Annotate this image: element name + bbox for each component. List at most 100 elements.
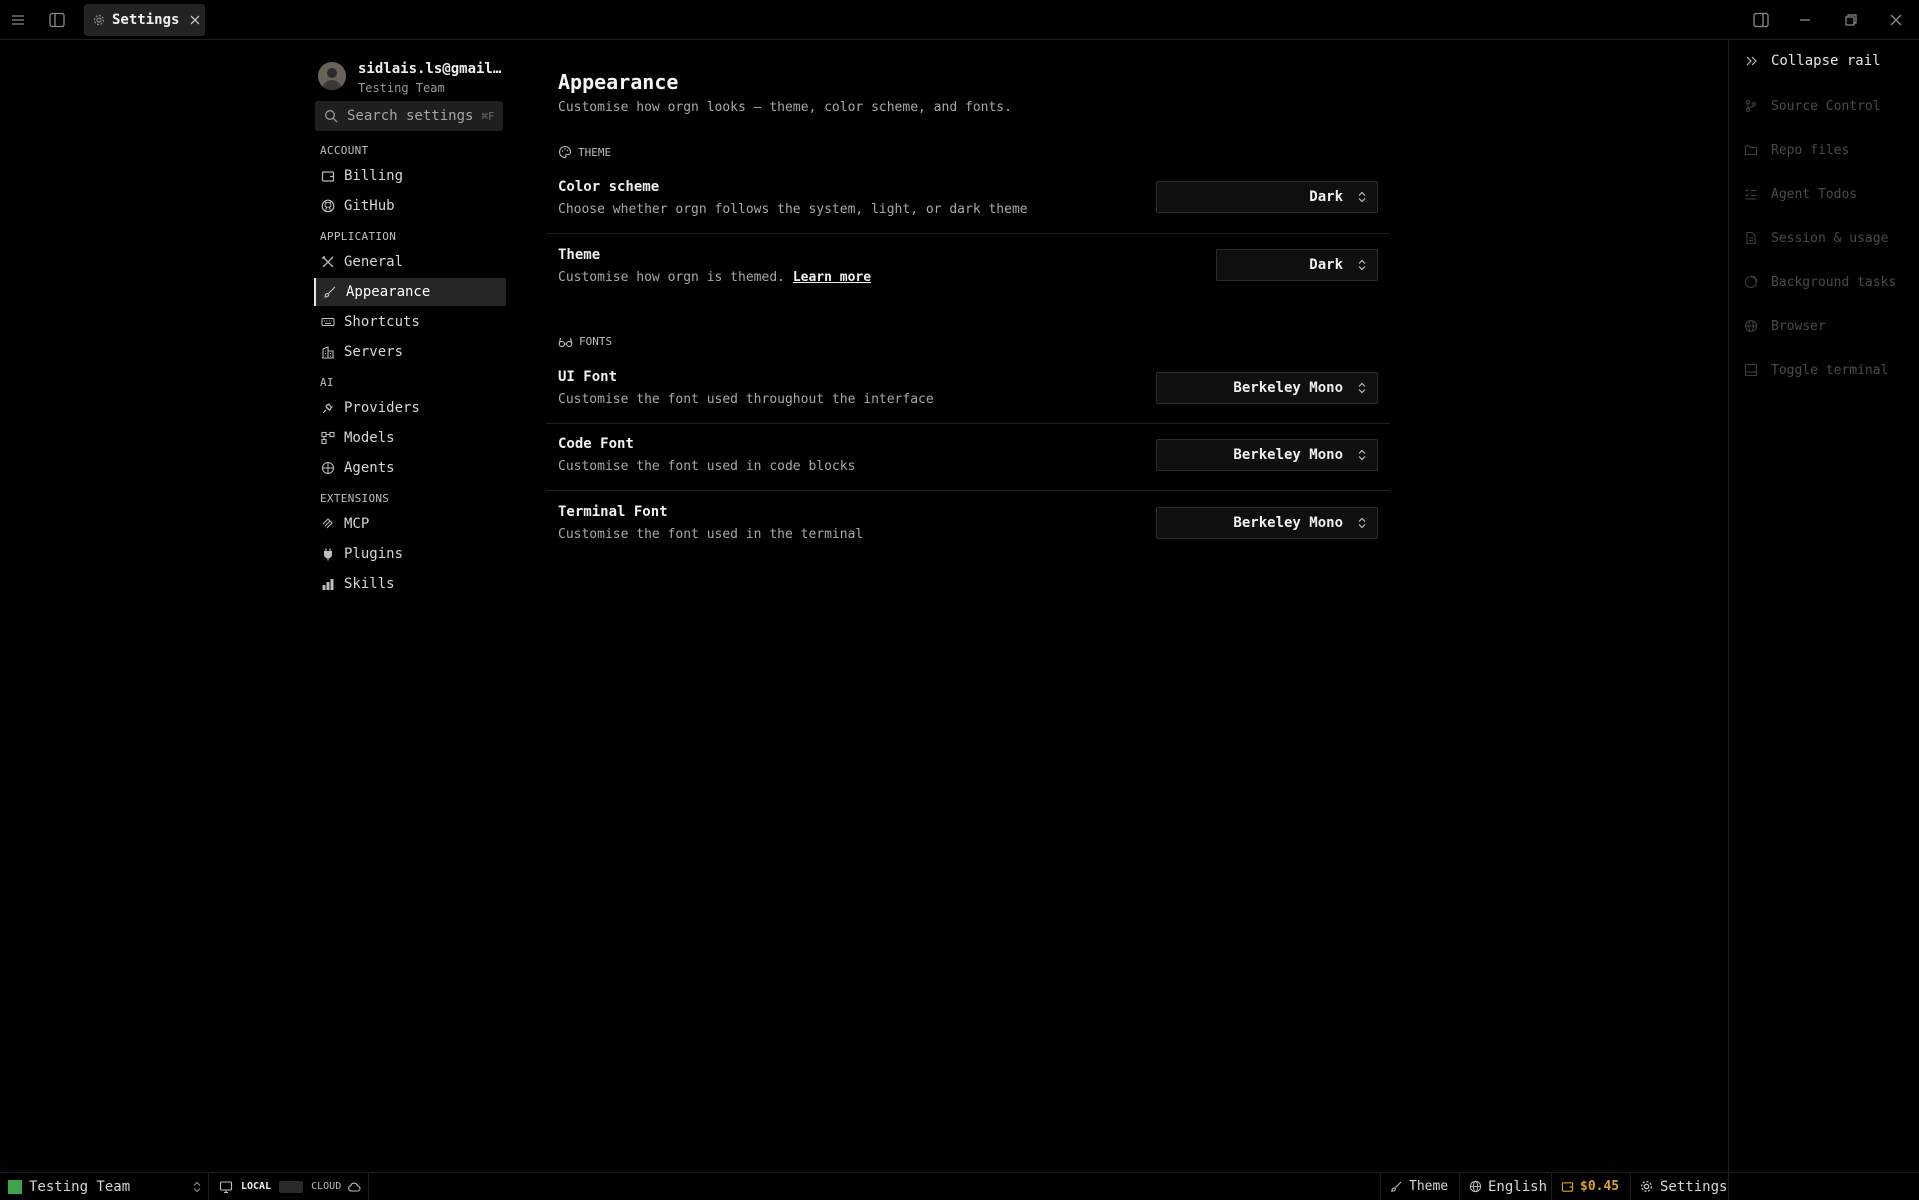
profile-card[interactable]: sidlais.ls@gmail… Testing Team: [318, 56, 508, 96]
spinner-icon: [1743, 275, 1759, 289]
nav-label: Shortcuts: [344, 314, 420, 330]
environment-toggle[interactable]: LOCAL CLOUD: [219, 1173, 361, 1200]
keyboard-icon: [320, 315, 336, 329]
nav-label: Billing: [344, 168, 404, 184]
minimize-icon[interactable]: [1793, 8, 1817, 32]
theme-desc: Customise how orgn is themed.: [558, 270, 785, 285]
chevrons-right-icon: [1743, 54, 1759, 68]
nav-label: Skills: [344, 576, 395, 592]
team-color-icon: [8, 1179, 22, 1194]
divider: [1630, 1173, 1631, 1200]
color-scheme-select[interactable]: Dark: [1156, 181, 1378, 213]
rail-item-session-usage[interactable]: Session & usage: [1729, 224, 1919, 252]
terminal-font-select[interactable]: Berkeley Mono: [1156, 507, 1378, 539]
nav-item-github[interactable]: GitHub: [314, 192, 504, 220]
nav-item-billing[interactable]: Billing: [314, 162, 504, 190]
tab-settings[interactable]: Settings: [84, 4, 205, 36]
learn-more-link[interactable]: Learn more: [793, 270, 871, 285]
panel-right-icon[interactable]: [1749, 8, 1773, 32]
collapse-rail-button[interactable]: Collapse rail: [1729, 47, 1919, 75]
terminal-font-title: Terminal Font: [558, 504, 668, 520]
ui-font-desc: Customise the font used throughout the i…: [558, 392, 934, 407]
nav-label: Providers: [344, 400, 420, 416]
rail-item-repo-files[interactable]: Repo files: [1729, 136, 1919, 164]
sidebar-toggle-icon[interactable]: [45, 8, 69, 32]
rail-label: Agent Todos: [1771, 186, 1858, 202]
restore-icon[interactable]: [1839, 8, 1863, 32]
cost-indicator[interactable]: $0.45: [1561, 1173, 1619, 1200]
rail-item-toggle-terminal[interactable]: Toggle terminal: [1729, 356, 1919, 384]
nav-item-skills[interactable]: Skills: [314, 570, 504, 598]
tools-icon: [320, 255, 336, 269]
local-label: LOCAL: [241, 1181, 272, 1192]
rail-item-agent-todos[interactable]: Agent Todos: [1729, 180, 1919, 208]
globe-icon: [1469, 1180, 1482, 1193]
rail-label: Source Control: [1771, 98, 1881, 114]
window-close-icon[interactable]: [1884, 8, 1908, 32]
nav-label: General: [344, 254, 404, 270]
settings-button[interactable]: Settings: [1640, 1173, 1727, 1200]
divider: [1728, 1173, 1729, 1200]
chevron-up-down-icon: [1357, 259, 1367, 271]
terminal-font-value: Berkeley Mono: [1233, 515, 1343, 531]
list-checks-icon: [1743, 187, 1759, 201]
building-icon: [320, 345, 336, 359]
language-button[interactable]: English: [1469, 1173, 1547, 1200]
nav-item-servers[interactable]: Servers: [314, 338, 504, 366]
nav-item-mcp[interactable]: MCP: [314, 510, 504, 538]
nav-item-providers[interactable]: Providers: [314, 394, 504, 422]
ui-font-value: Berkeley Mono: [1233, 380, 1343, 396]
nav-item-models[interactable]: Models: [314, 424, 504, 452]
agent-icon: [320, 461, 336, 475]
right-rail: Collapse rail Source Control Repo files …: [1728, 40, 1919, 1172]
language-label: English: [1488, 1178, 1548, 1195]
page-subtitle: Customise how orgn looks — theme, color …: [558, 100, 1012, 115]
brush-icon: [1390, 1180, 1403, 1193]
rail-item-background-tasks[interactable]: Background tasks: [1729, 268, 1919, 296]
search-input[interactable]: Search settings ⌘F: [315, 101, 503, 131]
nav-label: Appearance: [346, 284, 431, 300]
chevron-up-down-icon: [1357, 191, 1367, 203]
theme-status-button[interactable]: Theme: [1390, 1173, 1448, 1200]
chevron-up-down-icon: [1357, 517, 1367, 529]
ui-font-select[interactable]: Berkeley Mono: [1156, 372, 1378, 404]
nav-item-general[interactable]: General: [314, 248, 504, 276]
section-header-ai: AI: [320, 376, 334, 389]
section-header-application: APPLICATION: [320, 230, 397, 243]
chevron-up-down-icon: [192, 1181, 202, 1193]
cost-value: $0.45: [1580, 1179, 1620, 1194]
status-bar: Testing Team LOCAL CLOUD Theme English $…: [0, 1172, 1919, 1200]
theme-group-header: THEME: [558, 145, 611, 159]
nav-item-plugins[interactable]: Plugins: [314, 540, 504, 568]
rail-item-browser[interactable]: Browser: [1729, 312, 1919, 340]
theme-select[interactable]: Dark: [1216, 249, 1378, 281]
cloud-label: CLOUD: [311, 1181, 342, 1192]
search-placeholder: Search settings: [347, 108, 474, 124]
nav-item-appearance[interactable]: Appearance: [314, 278, 506, 306]
menu-icon[interactable]: [6, 8, 30, 32]
color-scheme-value: Dark: [1309, 189, 1343, 205]
rail-label: Repo files: [1771, 142, 1850, 158]
rail-item-source-control[interactable]: Source Control: [1729, 92, 1919, 120]
plug-icon: [320, 547, 336, 561]
code-font-value: Berkeley Mono: [1233, 447, 1343, 463]
gear-icon: [93, 14, 105, 26]
section-header-extensions: EXTENSIONS: [320, 492, 390, 505]
rail-label: Toggle terminal: [1771, 362, 1889, 378]
environment-switch[interactable]: [279, 1180, 304, 1193]
avatar: [318, 62, 346, 90]
nav-item-shortcuts[interactable]: Shortcuts: [314, 308, 504, 336]
theme-desc-row: Customise how orgn is themed. Learn more: [558, 270, 871, 285]
nav-label: Plugins: [344, 546, 404, 562]
settings-label: Settings: [1660, 1178, 1728, 1195]
team-switcher[interactable]: Testing Team: [8, 1173, 202, 1200]
divider: [1551, 1173, 1552, 1200]
title-bar: Settings: [0, 0, 1919, 40]
code-font-select[interactable]: Berkeley Mono: [1156, 439, 1378, 471]
ui-font-title: UI Font: [558, 369, 618, 385]
nav-label: Servers: [344, 344, 404, 360]
close-icon[interactable]: [189, 14, 201, 26]
nav-item-agents[interactable]: Agents: [314, 454, 504, 482]
rail-label: Browser: [1771, 318, 1826, 334]
chevron-up-down-icon: [1357, 449, 1367, 461]
